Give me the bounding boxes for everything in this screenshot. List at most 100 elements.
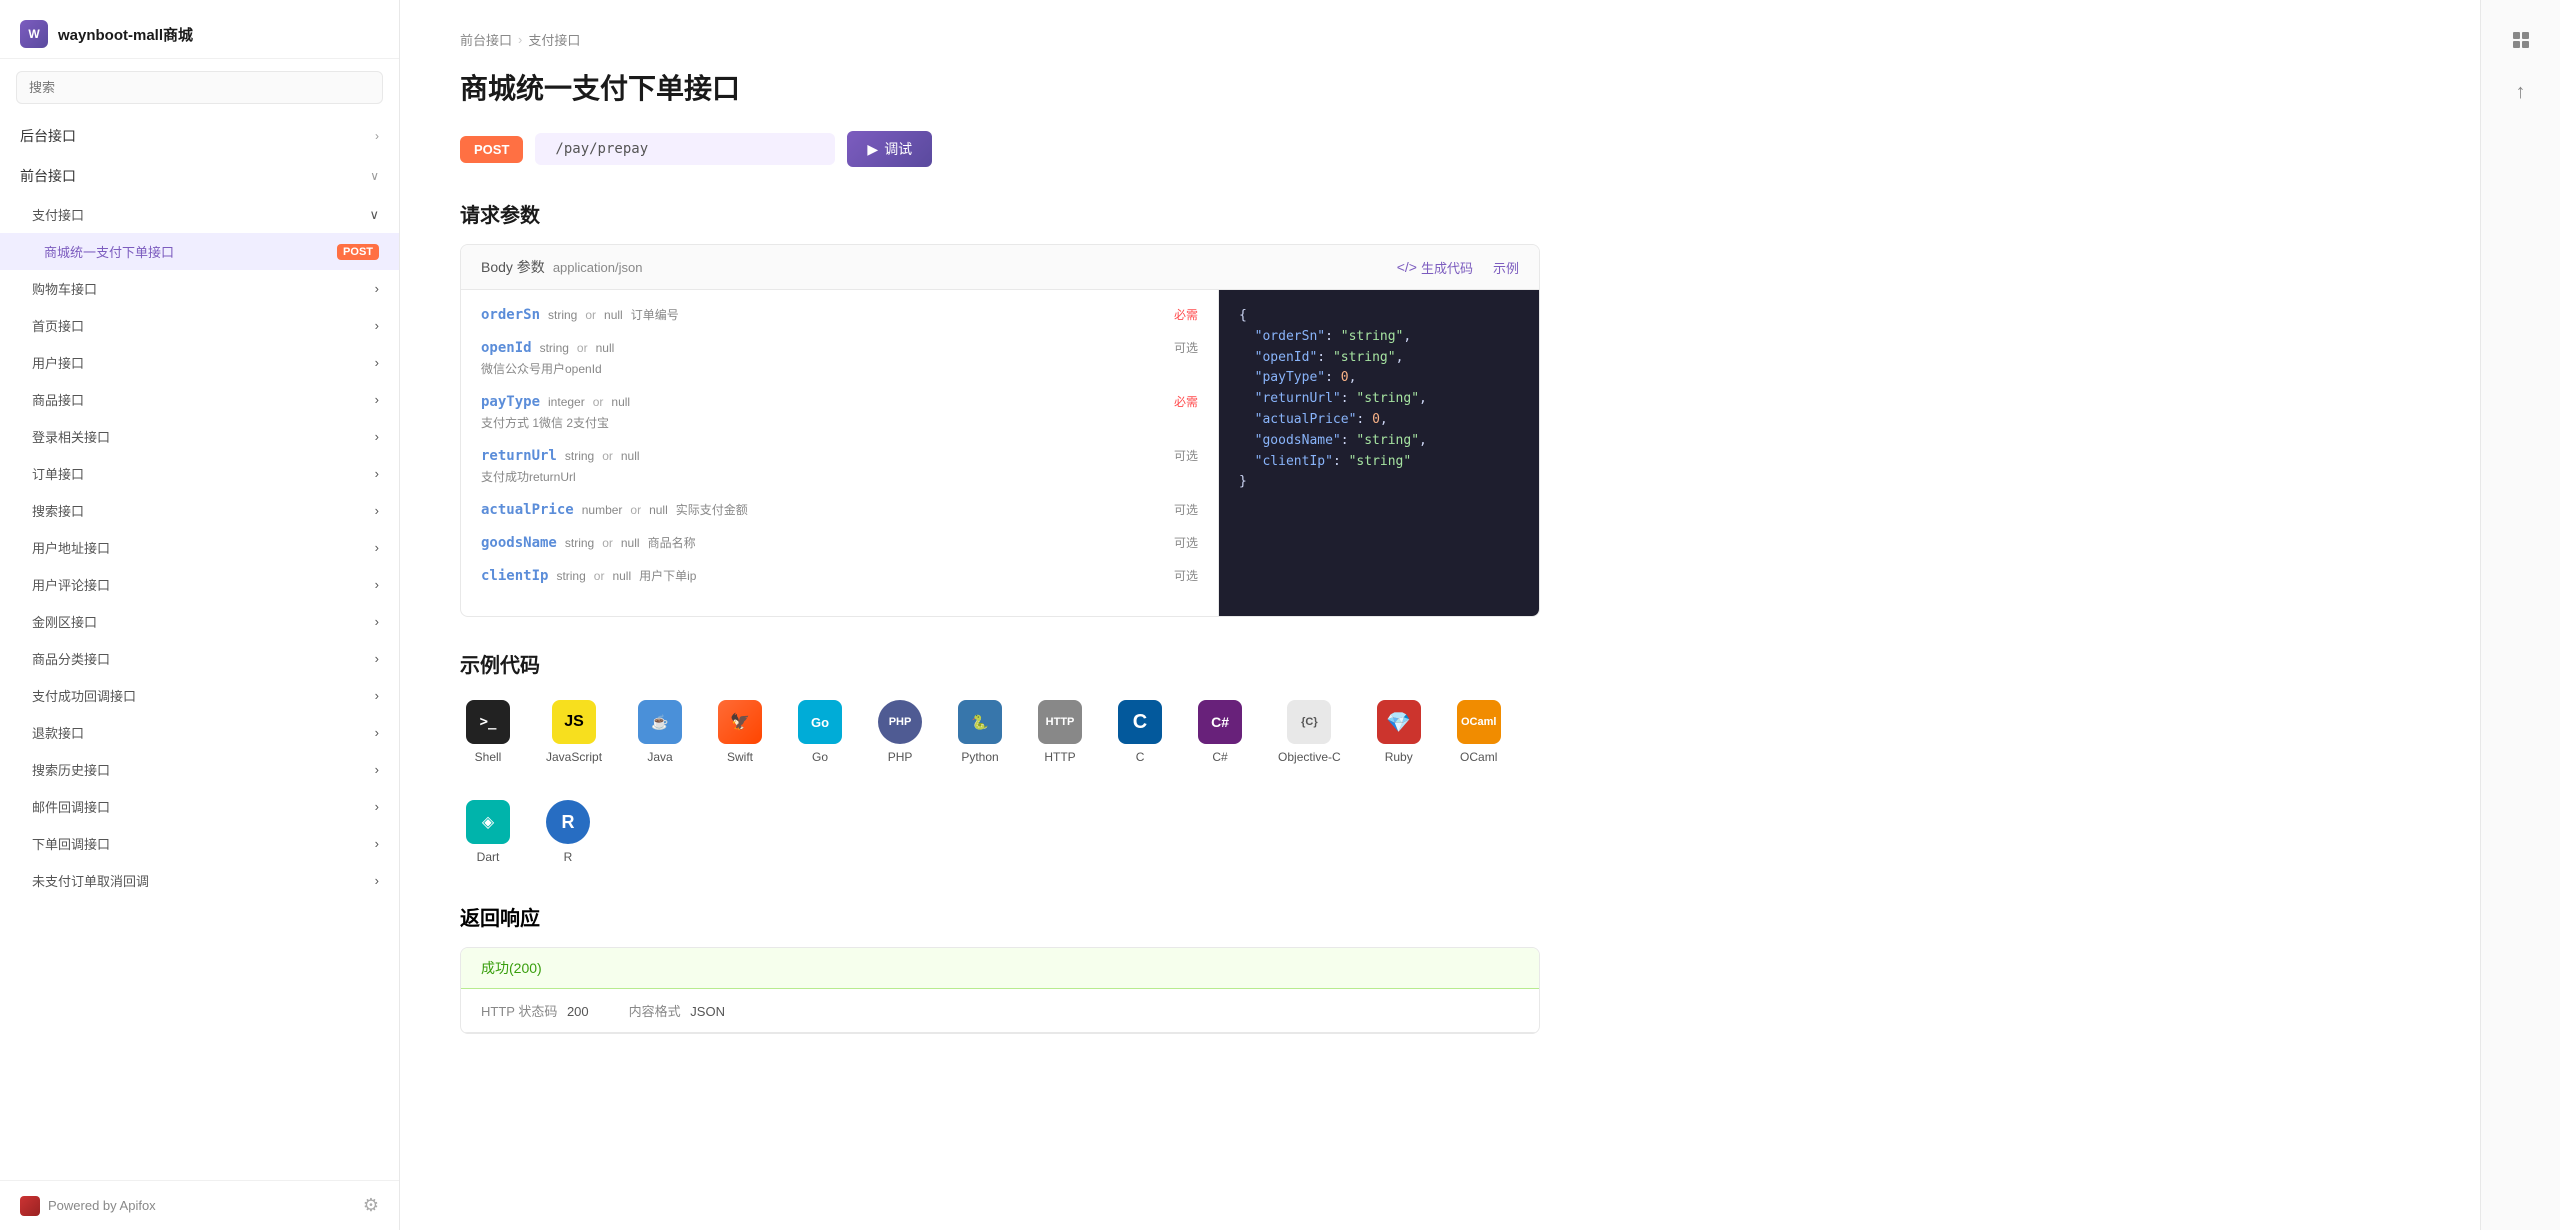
http-label: HTTP: [1044, 750, 1075, 764]
sidebar-item-goods[interactable]: 商品接口 ›: [0, 381, 399, 418]
sidebar-item-cancel-callback[interactable]: 未支付订单取消回调 ›: [0, 862, 399, 899]
response-status-value: 200: [567, 1004, 589, 1019]
request-params-title: 请求参数: [460, 199, 1540, 228]
breadcrumb-frontend[interactable]: 前台接口: [460, 30, 512, 49]
code-icon-java[interactable]: ☕ Java: [632, 694, 688, 770]
swift-icon: 🦅: [718, 700, 762, 744]
sidebar-item-frontend[interactable]: 前台接口 ∨: [0, 156, 399, 196]
params-header: Body 参数 application/json </> 生成代码 示例: [461, 245, 1539, 290]
code-icon-r[interactable]: R R: [540, 794, 596, 870]
right-panel: ↑: [2480, 0, 2560, 1230]
code-icon-shell[interactable]: >_ Shell: [460, 694, 516, 770]
code-icon-c[interactable]: C C: [1112, 694, 1168, 770]
code-icon-csharp[interactable]: C# C#: [1192, 694, 1248, 770]
play-icon: ▶: [867, 141, 878, 158]
param-row-payType: payType integer or null 必需 支付方式 1微信 2支付宝: [481, 393, 1198, 431]
sidebar-item-home[interactable]: 首页接口 ›: [0, 307, 399, 344]
param-name-clientIp: clientIp: [481, 568, 548, 584]
sidebar-item-search-history[interactable]: 搜索历史接口 ›: [0, 751, 399, 788]
ruby-icon: 💎: [1377, 700, 1421, 744]
r-icon: R: [546, 800, 590, 844]
code-icon-php[interactable]: PHP PHP: [872, 694, 928, 770]
page-title: 商城统一支付下单接口: [460, 67, 1540, 107]
code-icon-python[interactable]: 🐍 Python: [952, 694, 1008, 770]
chevron-right-icon-11: ›: [375, 577, 379, 592]
sidebar-logo: W: [20, 20, 48, 48]
param-row-orderSn: orderSn string or null 订单编号 必需: [481, 306, 1198, 323]
sidebar-item-category[interactable]: 商品分类接口 ›: [0, 640, 399, 677]
sidebar-item-comment[interactable]: 用户评论接口 ›: [0, 566, 399, 603]
chevron-right-icon-7: ›: [375, 429, 379, 444]
chevron-right-icon-16: ›: [375, 762, 379, 777]
search-input[interactable]: [16, 71, 383, 104]
http-icon: HTTP: [1038, 700, 1082, 744]
debug-label: 调试: [884, 139, 912, 159]
chevron-right-icon-13: ›: [375, 651, 379, 666]
ocaml-label: OCaml: [1460, 750, 1497, 764]
code-icon-objc[interactable]: {C} Objective-C: [1272, 694, 1347, 770]
sidebar-item-search[interactable]: 搜索接口 ›: [0, 492, 399, 529]
sidebar-item-order-callback[interactable]: 下单回调接口 ›: [0, 825, 399, 862]
sidebar-item-address[interactable]: 用户地址接口 ›: [0, 529, 399, 566]
chevron-right-icon-15: ›: [375, 725, 379, 740]
json-example: { "orderSn": "string", "openId": "string…: [1239, 306, 1519, 493]
python-label: Python: [961, 750, 998, 764]
sidebar-item-email-callback[interactable]: 邮件回调接口 ›: [0, 788, 399, 825]
chevron-right-icon-17: ›: [375, 799, 379, 814]
grid-icon[interactable]: [2501, 20, 2541, 60]
dart-icon: ◈: [466, 800, 510, 844]
ruby-label: Ruby: [1385, 750, 1413, 764]
params-header-right: </> 生成代码 示例: [1397, 258, 1519, 277]
chevron-down-icon-2: ∨: [369, 207, 379, 223]
breadcrumb-payment: 支付接口: [528, 30, 580, 49]
sidebar-item-login[interactable]: 登录相关接口 ›: [0, 418, 399, 455]
chevron-right-icon-3: ›: [375, 281, 379, 296]
method-badge: POST: [460, 136, 523, 163]
generate-code-link[interactable]: </> 生成代码: [1397, 258, 1473, 277]
code-icon-javascript[interactable]: JS JavaScript: [540, 694, 608, 770]
param-name-payType: payType: [481, 394, 540, 410]
code-icon-http[interactable]: HTTP HTTP: [1032, 694, 1088, 770]
scroll-top-icon[interactable]: ↑: [2501, 72, 2541, 112]
sidebar-item-user[interactable]: 用户接口 ›: [0, 344, 399, 381]
sidebar-item-order[interactable]: 订单接口 ›: [0, 455, 399, 492]
response-content-type: 内容格式 JSON: [629, 1001, 725, 1020]
params-header-left: Body 参数 application/json: [481, 257, 642, 277]
sidebar-item-unified-payment[interactable]: 商城统一支付下单接口 POST: [0, 233, 399, 270]
chevron-right-icon-10: ›: [375, 540, 379, 555]
debug-button[interactable]: ▶ 调试: [847, 131, 932, 167]
sidebar-item-payment[interactable]: 支付接口 ∨: [0, 196, 399, 233]
sidebar-footer: Powered by Apifox ⚙: [0, 1180, 399, 1230]
r-label: R: [564, 850, 573, 864]
content-type-badge: application/json: [553, 260, 643, 275]
chevron-right-icon-4: ›: [375, 318, 379, 333]
go-label: Go: [812, 750, 828, 764]
settings-icon[interactable]: ⚙: [363, 1195, 379, 1216]
powered-by: Powered by Apifox: [20, 1196, 156, 1216]
sidebar-item-pay-callback[interactable]: 支付成功回调接口 ›: [0, 677, 399, 714]
php-label: PHP: [888, 750, 913, 764]
param-row-clientIp: clientIp string or null 用户下单ip 可选: [481, 567, 1198, 584]
params-layout: orderSn string or null 订单编号 必需 openId st…: [461, 290, 1539, 616]
code-icon-dart[interactable]: ◈ Dart: [460, 794, 516, 870]
response-title: 返回响应: [460, 902, 1540, 931]
code-icon: </>: [1397, 259, 1417, 275]
code-icon-ocaml[interactable]: OCaml OCaml: [1451, 694, 1507, 770]
sidebar-item-backend[interactable]: 后台接口 ›: [0, 116, 399, 156]
code-icon-ruby[interactable]: 💎 Ruby: [1371, 694, 1427, 770]
code-icon-swift[interactable]: 🦅 Swift: [712, 694, 768, 770]
sidebar-title: waynboot-mall商城: [58, 24, 193, 45]
param-name-openId: openId: [481, 340, 532, 356]
go-icon: Go: [798, 700, 842, 744]
sidebar-item-cart[interactable]: 购物车接口 ›: [0, 270, 399, 307]
js-label: JavaScript: [546, 750, 602, 764]
code-icon-go[interactable]: Go Go: [792, 694, 848, 770]
response-content-type-value: JSON: [690, 1004, 725, 1019]
body-label: Body 参数: [481, 257, 545, 277]
logo-text: W: [28, 27, 39, 41]
example-link[interactable]: 示例: [1493, 258, 1519, 277]
chevron-right-icon-12: ›: [375, 614, 379, 629]
sidebar-item-payment-label: 支付接口: [32, 205, 84, 224]
sidebar-item-jg[interactable]: 金刚区接口 ›: [0, 603, 399, 640]
sidebar-item-refund[interactable]: 退款接口 ›: [0, 714, 399, 751]
